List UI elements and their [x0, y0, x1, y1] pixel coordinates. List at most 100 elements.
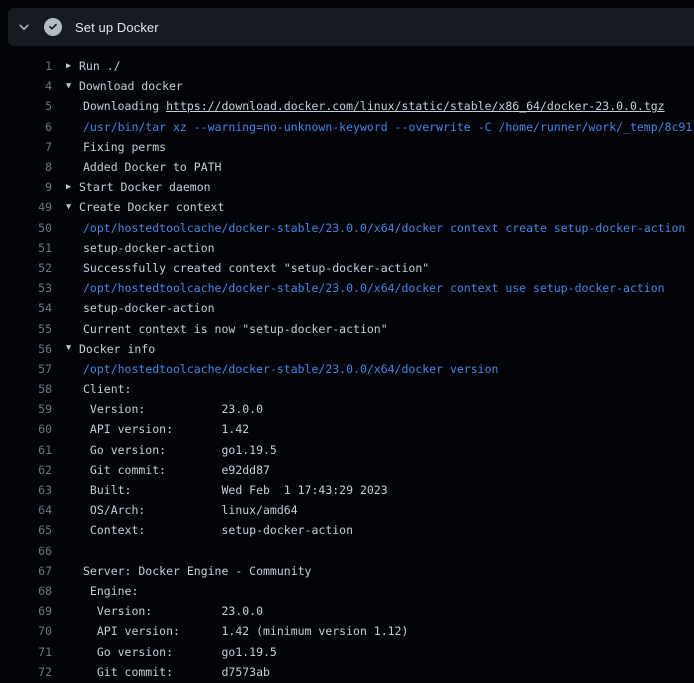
log-line-content: Downloading https://download.docker.com/…: [52, 99, 665, 113]
line-number[interactable]: 61: [0, 443, 52, 457]
line-number[interactable]: 69: [0, 604, 52, 618]
line-number[interactable]: 66: [0, 544, 52, 558]
log-group-row[interactable]: 4▼Download docker: [0, 76, 694, 96]
log-line-row: 50/opt/hostedtoolcache/docker-stable/23.…: [0, 218, 694, 238]
check-circle-icon: [44, 18, 62, 36]
log-line-content: ▼Download docker: [52, 79, 183, 93]
download-url-link[interactable]: https://download.docker.com/linux/static…: [166, 99, 665, 113]
line-number[interactable]: 57: [0, 362, 52, 376]
log-line-content: setup-docker-action: [52, 301, 215, 315]
log-text: setup-docker-action: [83, 301, 215, 315]
line-number[interactable]: 51: [0, 241, 52, 255]
log-lines: 1▶Run ./4▼Download docker5Downloading ht…: [0, 56, 694, 682]
log-line-content: Context: setup-docker-action: [52, 523, 353, 537]
log-line-content: Server: Docker Engine - Community: [52, 564, 311, 578]
group-title[interactable]: Run ./: [79, 59, 121, 73]
line-number[interactable]: 70: [0, 624, 52, 638]
log-line-row: 51setup-docker-action: [0, 238, 694, 258]
log-line-row: 69 Version: 23.0.0: [0, 601, 694, 621]
log-line-content: Built: Wed Feb 1 17:43:29 2023: [52, 483, 388, 497]
log-line-row: 58Client:: [0, 379, 694, 399]
line-number[interactable]: 62: [0, 463, 52, 477]
log-line-row: 66: [0, 541, 694, 561]
line-number[interactable]: 63: [0, 483, 52, 497]
line-number[interactable]: 5: [0, 99, 52, 113]
line-number[interactable]: 1: [0, 59, 52, 73]
line-number[interactable]: 55: [0, 322, 52, 336]
log-group-row[interactable]: 9▶Start Docker daemon: [0, 177, 694, 197]
log-line-row: 67 Server: Docker Engine - Community: [0, 561, 694, 581]
log-line-content: Fixing perms: [52, 140, 166, 154]
log-line-content: ▶Start Docker daemon: [52, 180, 211, 194]
line-number[interactable]: 64: [0, 503, 52, 517]
log-line-row: 55Current context is now "setup-docker-a…: [0, 318, 694, 338]
log-text: Git commit: d7573ab: [83, 665, 270, 679]
triangle-down-icon[interactable]: ▼: [66, 82, 79, 91]
log-text: API version: 1.42: [83, 422, 249, 436]
log-line-row: 5Downloading https://download.docker.com…: [0, 96, 694, 116]
line-number[interactable]: 59: [0, 402, 52, 416]
log-text: Version: 23.0.0: [83, 604, 263, 618]
log-text: Server: Docker Engine - Community: [83, 564, 311, 578]
log-line-content: ▼Docker info: [52, 342, 155, 356]
actions-log-page: Set up Docker 1▶Run ./4▼Download docker5…: [0, 0, 694, 683]
line-number[interactable]: 8: [0, 160, 52, 174]
log-text: Added Docker to PATH: [83, 160, 221, 174]
log-line-content: Git commit: d7573ab: [52, 665, 270, 679]
line-number[interactable]: 71: [0, 645, 52, 659]
triangle-down-icon[interactable]: ▼: [66, 344, 79, 353]
line-number[interactable]: 67: [0, 564, 52, 578]
triangle-down-icon[interactable]: ▼: [66, 203, 79, 212]
log-text: API version: 1.42 (minimum version 1.12): [83, 624, 408, 638]
line-number[interactable]: 60: [0, 422, 52, 436]
line-number[interactable]: 52: [0, 261, 52, 275]
line-number[interactable]: 58: [0, 382, 52, 396]
line-number[interactable]: 56: [0, 342, 52, 356]
log-text: OS/Arch: linux/amd64: [83, 503, 298, 517]
group-title[interactable]: Create Docker context: [79, 200, 224, 214]
log-line-content: /usr/bin/tar xz --warning=no-unknown-key…: [52, 120, 692, 134]
step-header[interactable]: Set up Docker: [8, 8, 694, 46]
log-area: 1▶Run ./4▼Download docker5Downloading ht…: [0, 46, 694, 683]
log-line-content: OS/Arch: linux/amd64: [52, 503, 298, 517]
line-number[interactable]: 50: [0, 221, 52, 235]
line-number[interactable]: 49: [0, 200, 52, 214]
log-text: Fixing perms: [83, 140, 166, 154]
log-group-row[interactable]: 1 ▶Run ./: [0, 56, 694, 76]
log-line-content: API version: 1.42 (minimum version 1.12): [52, 624, 408, 638]
log-group-row[interactable]: 56▼Docker info: [0, 339, 694, 359]
line-number[interactable]: 65: [0, 523, 52, 537]
line-number[interactable]: 9: [0, 180, 52, 194]
log-line-content: API version: 1.42: [52, 422, 249, 436]
line-number[interactable]: 4: [0, 79, 52, 93]
log-text: Git commit: e92dd87: [83, 463, 270, 477]
line-number[interactable]: 6: [0, 120, 52, 134]
line-number[interactable]: 53: [0, 281, 52, 295]
line-number[interactable]: 7: [0, 140, 52, 154]
log-text: Go version: go1.19.5: [83, 645, 277, 659]
log-line-content: Git commit: e92dd87: [52, 463, 270, 477]
log-text: Engine:: [83, 584, 138, 598]
triangle-right-icon[interactable]: ▶: [66, 62, 79, 71]
log-text: Downloading: [83, 99, 166, 113]
log-line-row: 8 Added Docker to PATH: [0, 157, 694, 177]
log-line-content: /opt/hostedtoolcache/docker-stable/23.0.…: [52, 281, 665, 295]
log-line-row: 52 Successfully created context "setup-do…: [0, 258, 694, 278]
log-line-content: Version: 23.0.0: [52, 402, 263, 416]
group-title[interactable]: Start Docker daemon: [79, 180, 211, 194]
log-text: Successfully created context "setup-dock…: [83, 261, 429, 275]
triangle-right-icon[interactable]: ▶: [66, 183, 79, 192]
log-line-row: 62 Git commit: e92dd87: [0, 460, 694, 480]
chevron-down-icon[interactable]: [17, 20, 31, 34]
line-number[interactable]: 68: [0, 584, 52, 598]
log-line-content: Go version: go1.19.5: [52, 443, 277, 457]
log-line-row: 63 Built: Wed Feb 1 17:43:29 2023: [0, 480, 694, 500]
line-number[interactable]: 72: [0, 665, 52, 679]
log-group-row[interactable]: 49 ▼Create Docker context: [0, 197, 694, 217]
log-line-row: 7 Fixing perms: [0, 137, 694, 157]
group-title[interactable]: Download docker: [79, 79, 183, 93]
log-line-row: 64 OS/Arch: linux/amd64: [0, 500, 694, 520]
group-title[interactable]: Docker info: [79, 342, 155, 356]
log-line-content: Version: 23.0.0: [52, 604, 263, 618]
line-number[interactable]: 54: [0, 301, 52, 315]
